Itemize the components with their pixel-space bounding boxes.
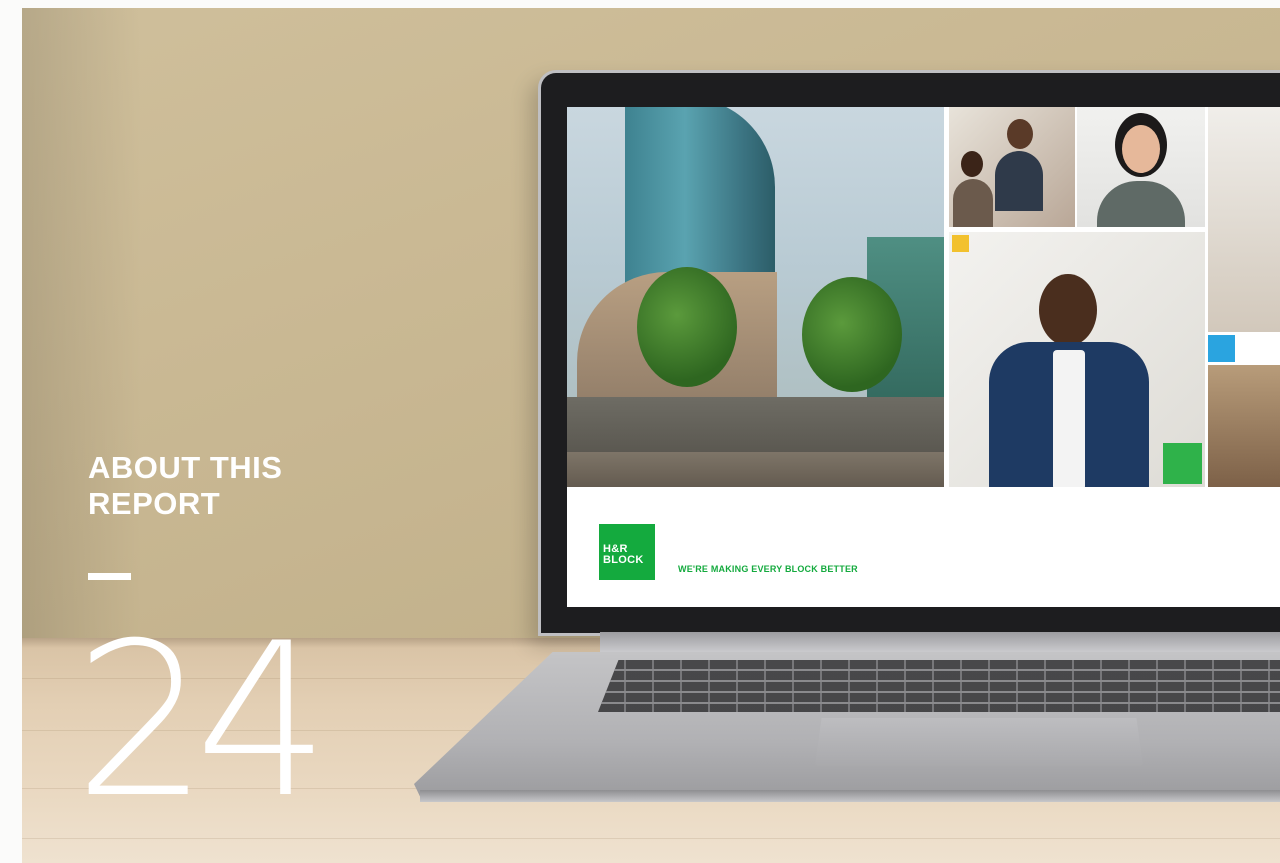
person-head [961,151,983,177]
tagline: WE'RE MAKING EVERY BLOCK BETTER [678,564,858,574]
trackpad [815,718,1143,766]
heading-dash [88,573,131,580]
logo-band: H&R BLOCK WE'RE MAKING EVERY BLOCK BETTE… [567,487,1280,607]
person-head [1039,274,1097,346]
section-heading: ABOUT THIS REPORT [88,450,283,521]
person-face [1122,125,1160,173]
hr-block-logo: H&R BLOCK [599,524,655,580]
person-head [1007,119,1033,149]
page-number: 24 [74,597,330,844]
report-page: H&R BLOCK WE'RE MAKING EVERY BLOCK BETTE… [0,0,1280,863]
keyboard-rows [598,660,1280,712]
person-body [953,179,993,227]
coworkers-photo [949,107,1075,227]
smiling-woman-photo [1077,107,1205,227]
laptop-hinge [600,632,1280,654]
tree-left [637,267,737,387]
tree-right [802,277,902,392]
office-interior-photo [1208,107,1280,332]
green-accent-square [1163,443,1202,484]
person-body [995,151,1043,211]
laptop-screen: H&R BLOCK WE'RE MAKING EVERY BLOCK BETTE… [567,107,1280,607]
hr-block-logo-text: H&R BLOCK [603,544,644,566]
logo-line-2: BLOCK [603,554,644,566]
plaza-steps [567,452,944,487]
office-tower-photo [567,107,944,487]
blue-accent-square [1208,335,1235,362]
person-body [1097,181,1185,227]
yellow-accent-square [952,235,969,252]
laptop-base-lip [420,790,1280,802]
wall-shadow [22,8,142,638]
lobby-photo [1208,365,1280,487]
person-shirt [1053,350,1085,487]
